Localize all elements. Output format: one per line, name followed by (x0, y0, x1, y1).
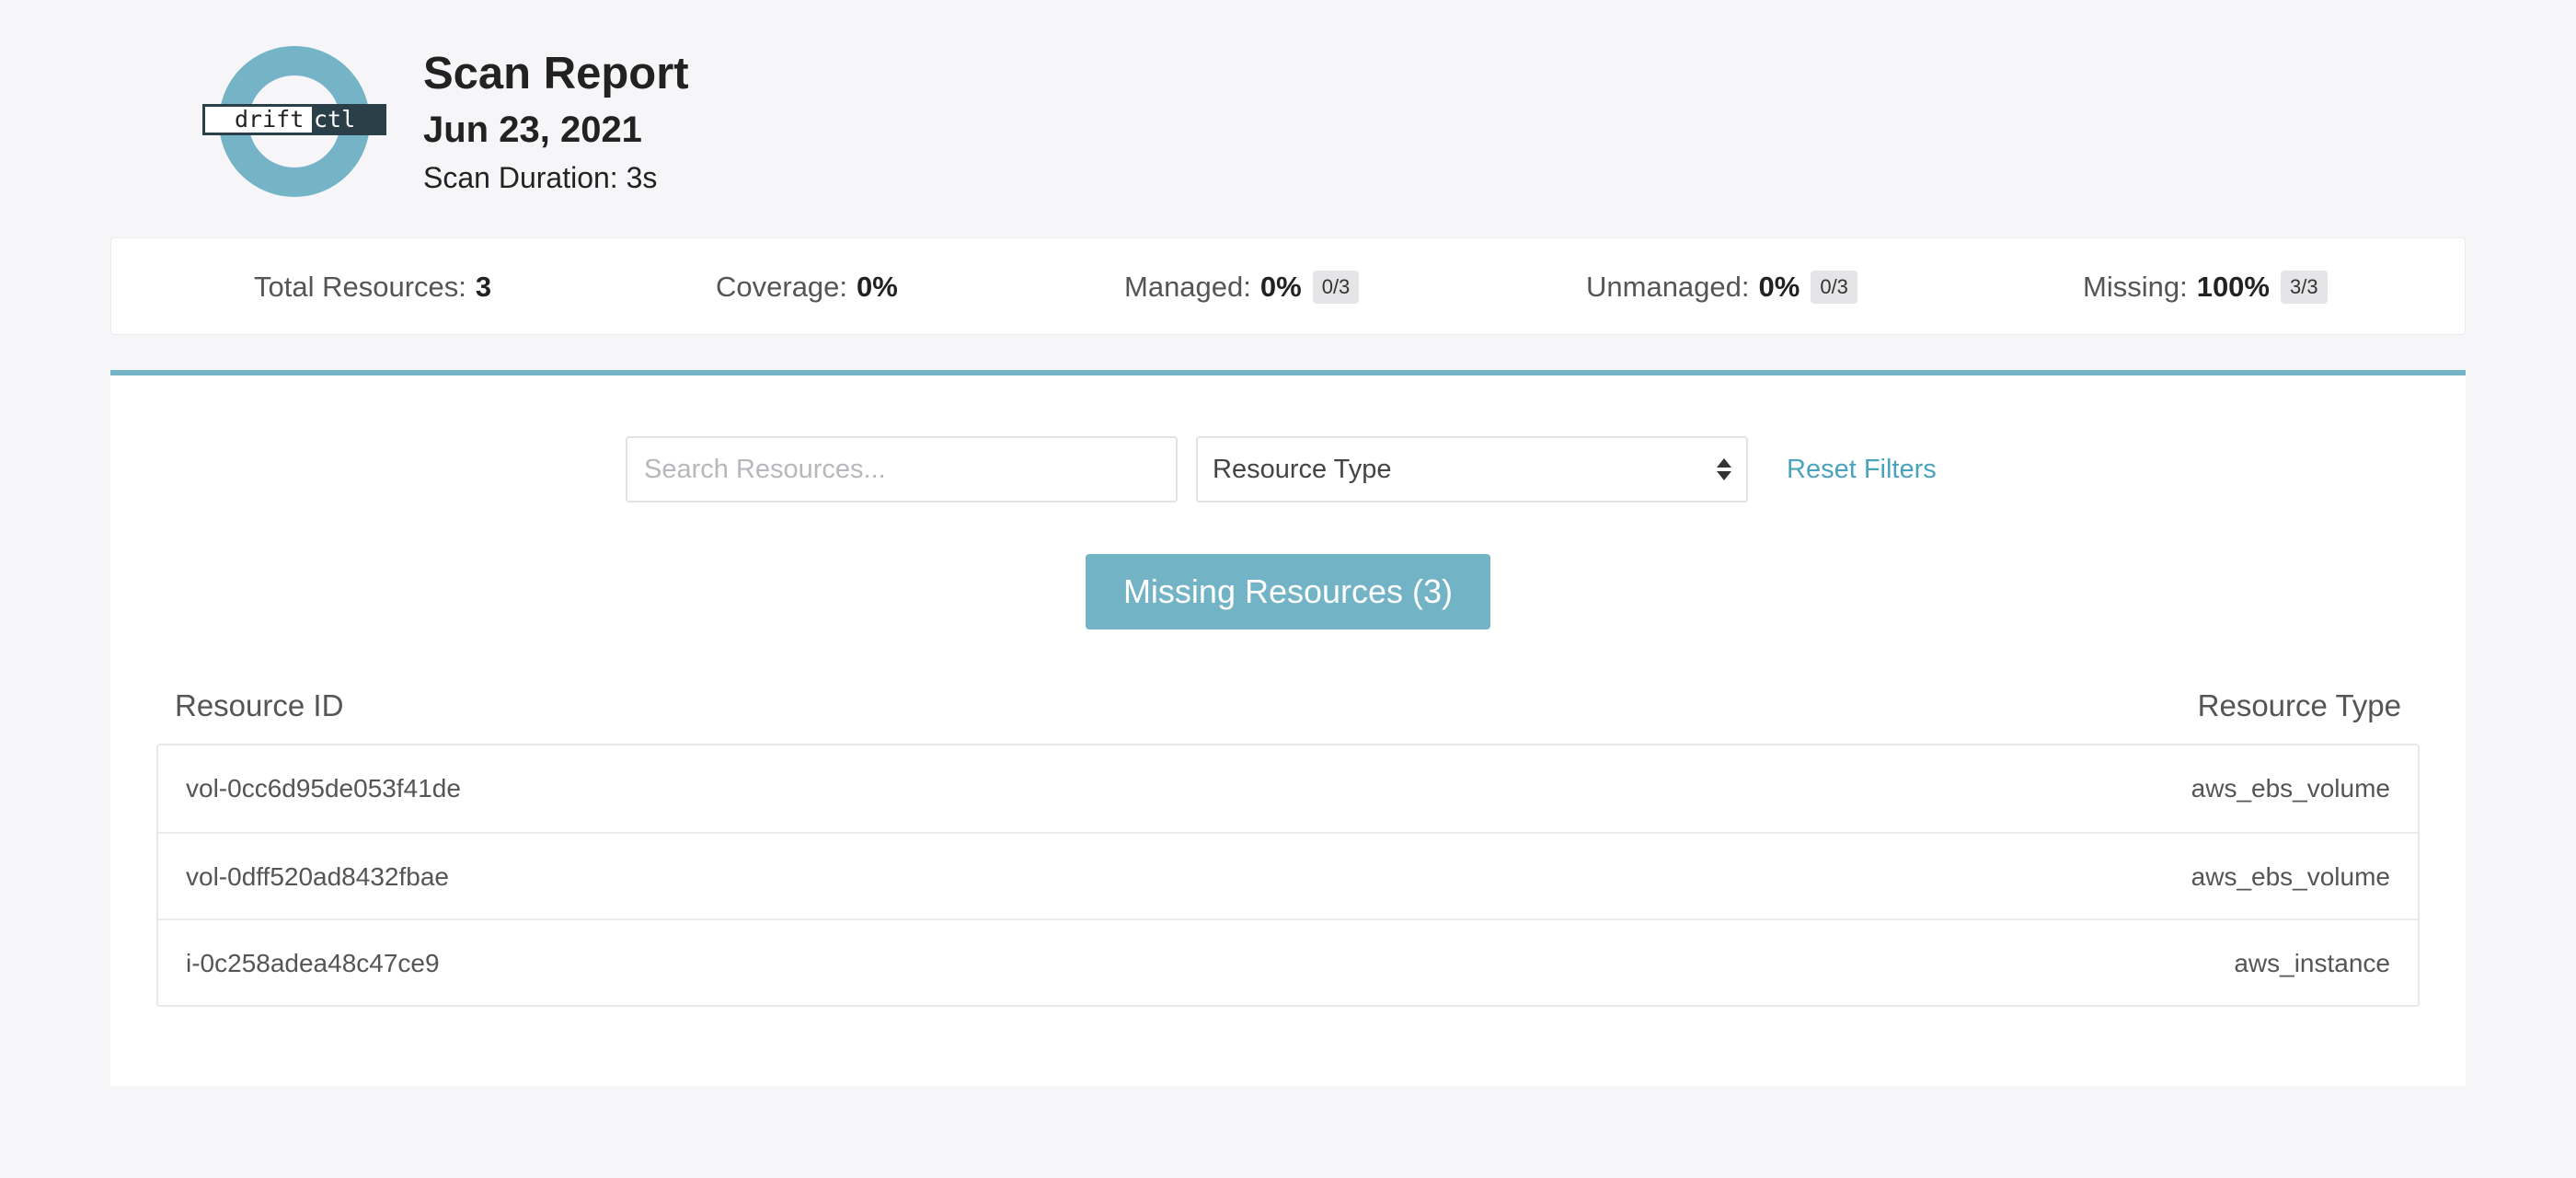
stat-total-label: Total Resources: (254, 271, 466, 303)
table-row: vol-0dff520ad8432fbae aws_ebs_volume (158, 832, 2418, 918)
logo-text-drift: drift (205, 107, 312, 133)
page-title: Scan Report (423, 49, 689, 98)
search-input[interactable] (626, 436, 1178, 502)
select-arrows-icon (1717, 458, 1731, 480)
column-header-resource-type: Resource Type (2197, 688, 2401, 722)
scan-date: Jun 23, 2021 (423, 110, 642, 150)
resource-type: aws_ebs_volume (2191, 862, 2390, 891)
stat-unmanaged: Unmanaged: 0% 0/3 (1586, 238, 1857, 336)
resource-type-select[interactable]: Resource Type (1196, 436, 1748, 502)
table-row: vol-0cc6d95de053f41de aws_ebs_volume (158, 745, 2418, 832)
resource-type-select-value: Resource Type (1213, 454, 1392, 484)
stat-total-resources: Total Resources: 3 (254, 238, 491, 336)
stat-coverage-label: Coverage: (716, 271, 848, 303)
logo-text-ctl: ctl (312, 107, 384, 133)
table-header: Resource ID Resource Type (175, 688, 2401, 734)
stat-unmanaged-label: Unmanaged: (1586, 271, 1750, 303)
stat-coverage-value: 0% (857, 271, 898, 303)
stat-coverage: Coverage: 0% (716, 238, 898, 336)
report-header: drift ctl Scan Report Jun 23, 2021 Scan … (202, 44, 846, 199)
resource-id: vol-0dff520ad8432fbae (186, 862, 449, 891)
stat-total-value: 3 (475, 271, 492, 303)
resources-panel: Resource Type Reset Filters Missing Reso… (110, 370, 2466, 1086)
unmanaged-count-badge: 0/3 (1811, 271, 1857, 304)
stat-unmanaged-value: 0% (1758, 271, 1800, 303)
scan-duration: Scan Duration: 3s (423, 161, 658, 194)
stat-managed-label: Managed: (1124, 271, 1251, 303)
managed-count-badge: 0/3 (1312, 271, 1360, 304)
resources-table: vol-0cc6d95de053f41de aws_ebs_volume vol… (156, 744, 2420, 1007)
missing-count-badge: 3/3 (2281, 271, 2328, 304)
resource-id: vol-0cc6d95de053f41de (186, 774, 461, 803)
driftctl-logo: drift ctl (202, 44, 386, 199)
stat-managed-value: 0% (1259, 271, 1302, 303)
stat-missing-label: Missing: (2083, 271, 2188, 303)
resource-id: i-0c258adea48c47ce9 (186, 949, 440, 977)
resource-type: aws_ebs_volume (2191, 774, 2390, 803)
logo-wordmark: drift ctl (202, 104, 386, 135)
resource-type: aws_instance (2234, 949, 2390, 977)
table-row: i-0c258adea48c47ce9 aws_instance (158, 918, 2418, 1005)
column-header-resource-id: Resource ID (175, 688, 344, 722)
header-text: Scan Report Jun 23, 2021 Scan Duration: … (423, 44, 689, 197)
stat-missing: Missing: 100% 3/3 (2083, 238, 2328, 336)
stat-managed: Managed: 0% 0/3 (1124, 238, 1360, 336)
summary-bar: Total Resources: 3 Coverage: 0% Managed:… (110, 237, 2466, 335)
stat-missing-value: 100% (2196, 271, 2270, 303)
missing-resources-button[interactable]: Missing Resources (3) (1086, 554, 1490, 629)
reset-filters-link[interactable]: Reset Filters (1787, 436, 1937, 502)
